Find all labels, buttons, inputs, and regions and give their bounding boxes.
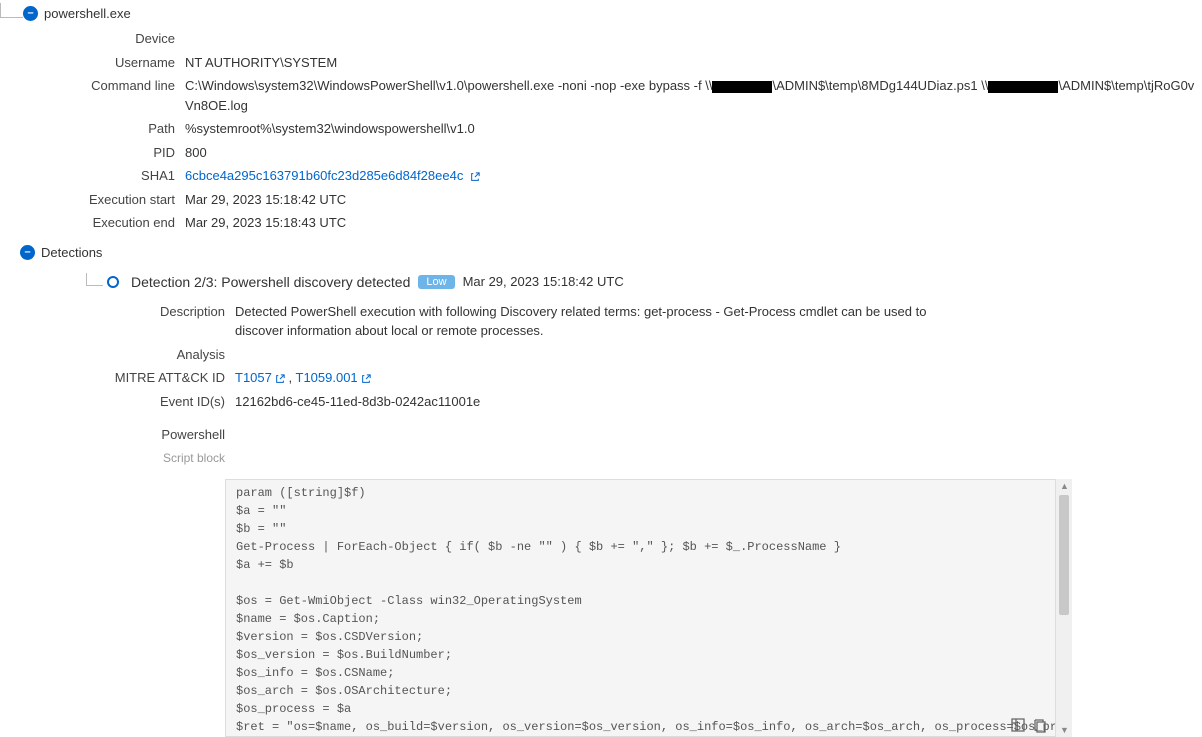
- detection-header-row: Detection 2/3: Powershell discovery dete…: [60, 274, 1202, 290]
- eventid-label: Event ID(s): [95, 392, 235, 412]
- scrollbar-vertical[interactable]: ▲ ▼: [1055, 479, 1072, 737]
- script-block-label: Script block: [95, 449, 235, 467]
- tree-elbow: [0, 3, 23, 18]
- tree-elbow: [86, 273, 103, 286]
- detection-timestamp: Mar 29, 2023 15:18:42 UTC: [463, 274, 624, 289]
- sha1-link[interactable]: 6cbce4a295c163791b60fc23d285e6d84f28ee4c: [185, 166, 1202, 186]
- sha1-label: SHA1: [55, 166, 185, 186]
- collapse-button[interactable]: [20, 245, 35, 260]
- pid-label: PID: [55, 143, 185, 163]
- exec-end-label: Execution end: [55, 213, 185, 233]
- description-value: Detected PowerShell execution with follo…: [235, 302, 975, 341]
- mitre-label: MITRE ATT&CK ID: [95, 368, 235, 388]
- scroll-thumb[interactable]: [1059, 495, 1069, 615]
- username-value: NT AUTHORITY\SYSTEM: [185, 53, 1202, 73]
- detections-node-row: Detections: [20, 245, 1202, 260]
- exec-end-value: Mar 29, 2023 15:18:43 UTC: [185, 213, 1202, 233]
- scroll-up-arrow-icon[interactable]: ▲: [1060, 481, 1069, 491]
- mitre-sep: ,: [289, 370, 296, 385]
- device-label: Device: [55, 29, 185, 49]
- powershell-label: Powershell: [95, 425, 235, 445]
- exec-start-label: Execution start: [55, 190, 185, 210]
- collapse-button[interactable]: [23, 6, 38, 21]
- mitre-1-text: T1057: [235, 370, 272, 385]
- detection-title: Detection 2/3: Powershell discovery dete…: [131, 274, 410, 290]
- external-link-icon: [361, 374, 371, 384]
- cmdline-part-1: C:\Windows\system32\WindowsPowerShell\v1…: [185, 78, 712, 93]
- cmdline-part-2: \ADMIN$\temp\8MDg144UDiaz.ps1 \\: [772, 78, 988, 93]
- external-link-icon: [275, 374, 285, 384]
- redacted-host-1: [712, 81, 772, 93]
- sha1-text: 6cbce4a295c163791b60fc23d285e6d84f28ee4c: [185, 168, 463, 183]
- mitre-2-text: T1059.001: [296, 370, 358, 385]
- mitre-link-2[interactable]: T1059.001: [296, 370, 371, 385]
- copy-icon[interactable]: [1032, 717, 1048, 733]
- mitre-value: T1057 , T1059.001: [235, 368, 1202, 388]
- external-link-icon: [470, 172, 480, 182]
- mitre-link-1[interactable]: T1057: [235, 370, 285, 385]
- path-value: %systemroot%\system32\windowspowershell\…: [185, 119, 1202, 139]
- severity-badge: Low: [418, 275, 454, 289]
- redacted-host-2: [988, 81, 1058, 93]
- script-actions: [1010, 717, 1048, 733]
- detections-label: Detections: [35, 245, 102, 260]
- pid-value: 800: [185, 143, 1202, 163]
- analysis-value: [235, 345, 1202, 365]
- eventid-value: 12162bd6-ce45-11ed-8d3b-0242ac11001e: [235, 392, 1202, 412]
- username-label: Username: [55, 53, 185, 73]
- process-name: powershell.exe: [38, 6, 131, 21]
- description-label: Description: [95, 302, 235, 341]
- device-value: [185, 29, 1202, 49]
- process-node-row: powershell.exe: [0, 0, 1202, 21]
- path-label: Path: [55, 119, 185, 139]
- commandline-value: C:\Windows\system32\WindowsPowerShell\v1…: [185, 76, 1202, 115]
- commandline-label: Command line: [55, 76, 185, 115]
- analysis-label: Analysis: [95, 345, 235, 365]
- expand-icon[interactable]: [1010, 717, 1026, 733]
- exec-start-value: Mar 29, 2023 15:18:42 UTC: [185, 190, 1202, 210]
- detection-details: DescriptionDetected PowerShell execution…: [95, 300, 1202, 469]
- script-block-container: param ([string]$f) $a = "" $b = "" Get-P…: [225, 479, 1072, 737]
- scroll-down-arrow-icon[interactable]: ▼: [1060, 725, 1069, 735]
- script-block-text[interactable]: param ([string]$f) $a = "" $b = "" Get-P…: [225, 479, 1072, 737]
- process-details: Device UsernameNT AUTHORITY\SYSTEM Comma…: [55, 27, 1202, 235]
- detection-bullet-icon: [107, 276, 119, 288]
